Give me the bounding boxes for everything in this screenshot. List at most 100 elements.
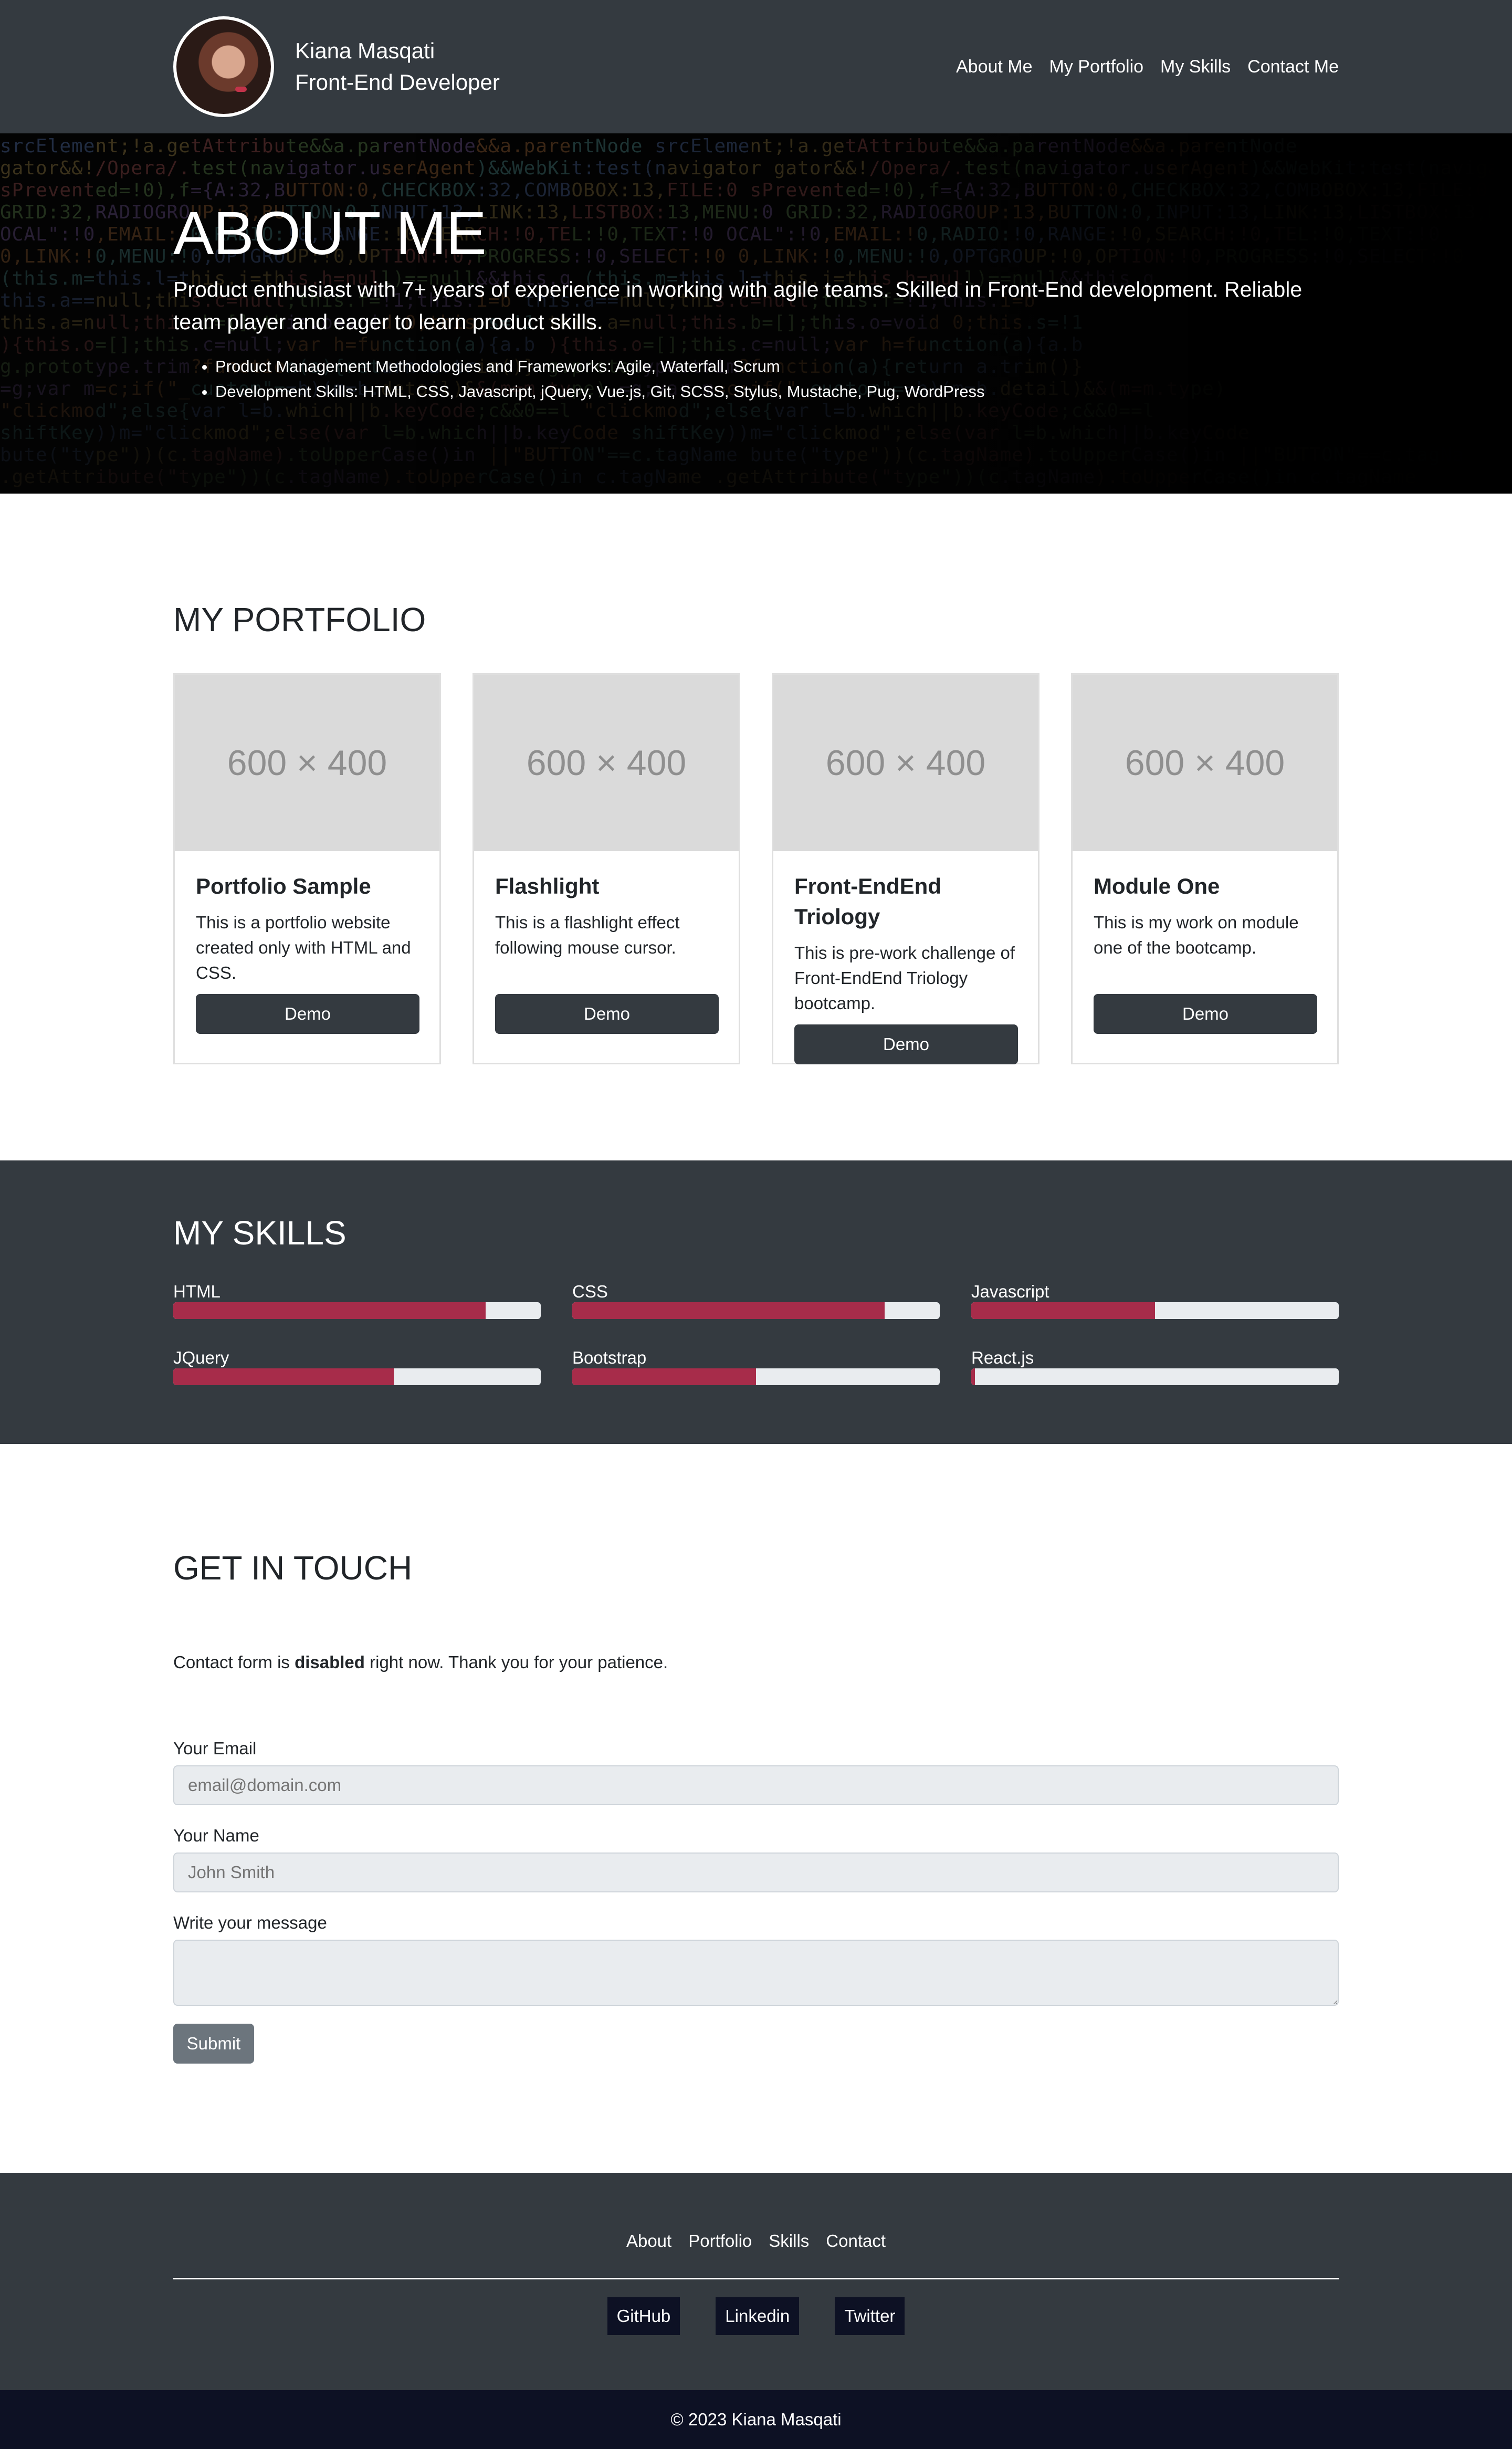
github-link[interactable]: GitHub bbox=[607, 2297, 680, 2335]
brand-name: Kiana Masqati bbox=[295, 38, 435, 63]
contact-title: GET IN TOUCH bbox=[173, 1549, 413, 1587]
email-field[interactable] bbox=[173, 1765, 1339, 1805]
portfolio-cards: 600 × 400 Portfolio Sample This is a por… bbox=[173, 673, 1339, 1064]
skill-progress-bar bbox=[971, 1302, 1339, 1319]
skill-progress-bar bbox=[173, 1302, 541, 1319]
skills-container: MY SKILLS HTML CSS Javascript JQuery Boo… bbox=[173, 1212, 1339, 1385]
linkedin-link[interactable]: Linkedin bbox=[716, 2297, 800, 2335]
card-body: Portfolio Sample This is a portfolio web… bbox=[175, 851, 439, 1054]
portfolio-section: MY PORTFOLIO 600 × 400 Portfolio Sample … bbox=[0, 494, 1512, 1160]
portfolio-container: MY PORTFOLIO 600 × 400 Portfolio Sample … bbox=[173, 599, 1339, 1064]
portfolio-card: 600 × 400 Portfolio Sample This is a por… bbox=[173, 673, 441, 1064]
twitter-link[interactable]: Twitter bbox=[835, 2297, 905, 2335]
copyright: © 2023 Kiana Masqati bbox=[0, 2390, 1512, 2449]
card-image-placeholder: 600 × 400 bbox=[773, 675, 1038, 851]
about-lead: Product enthusiast with 7+ years of expe… bbox=[173, 277, 1303, 334]
card-image-placeholder: 600 × 400 bbox=[474, 675, 739, 851]
skill-label: HTML bbox=[173, 1282, 220, 1301]
about-container: ABOUT ME Product enthusiast with 7+ year… bbox=[173, 133, 1339, 404]
skill-item: Bootstrap bbox=[572, 1347, 940, 1385]
card-text: This is pre-work challenge of Front-EndE… bbox=[794, 943, 1015, 1013]
avatar-detail bbox=[235, 87, 247, 92]
card-title: Portfolio Sample bbox=[196, 874, 371, 898]
skill-progress-fill bbox=[971, 1302, 1155, 1319]
skill-progress-bar bbox=[572, 1368, 940, 1385]
brand-role: Front-End Developer bbox=[295, 70, 500, 95]
card-text: This is my work on module one of the boo… bbox=[1094, 913, 1299, 957]
footer-nav: About Portfolio Skills Contact bbox=[173, 2231, 1339, 2252]
about-section: srcElement;!a.getAttribute&&a.parentNode… bbox=[0, 133, 1512, 494]
demo-button[interactable]: Demo bbox=[495, 994, 719, 1034]
header-container: Kiana Masqati Front-End Developer About … bbox=[173, 0, 1339, 133]
about-list-item: Development Skills: HTML, CSS, Javascrip… bbox=[215, 379, 1339, 404]
card-body: Front-EndEnd Triology This is pre-work c… bbox=[773, 851, 1038, 1084]
skill-item: CSS bbox=[572, 1281, 940, 1319]
skill-item: React.js bbox=[971, 1347, 1339, 1385]
about-list-item: Product Management Methodologies and Fra… bbox=[215, 354, 1339, 379]
card-body: Module One This is my work on module one… bbox=[1073, 851, 1337, 1054]
contact-notice: Contact form is disabled right now. Than… bbox=[173, 1650, 1339, 1675]
skills-title: MY SKILLS bbox=[173, 1214, 346, 1252]
skill-label: JQuery bbox=[173, 1348, 229, 1367]
portfolio-title: MY PORTFOLIO bbox=[173, 601, 426, 639]
skill-progress-fill bbox=[572, 1302, 885, 1319]
skill-item: JQuery bbox=[173, 1347, 541, 1385]
skill-label: Bootstrap bbox=[572, 1348, 647, 1367]
skill-progress-fill bbox=[173, 1368, 394, 1385]
card-text: This is a portfolio website created only… bbox=[196, 913, 411, 982]
nav-link-portfolio[interactable]: My Portfolio bbox=[1049, 57, 1144, 77]
skills-grid: HTML CSS Javascript JQuery Bootstrap Rea… bbox=[173, 1281, 1339, 1385]
skill-label: React.js bbox=[971, 1348, 1034, 1367]
avatar bbox=[173, 16, 274, 117]
notice-suffix: right now. Thank you for your patience. bbox=[364, 1652, 668, 1672]
nav-link-skills[interactable]: My Skills bbox=[1160, 57, 1231, 77]
name-field[interactable] bbox=[173, 1853, 1339, 1892]
card-title: Flashlight bbox=[495, 874, 600, 898]
card-image-placeholder: 600 × 400 bbox=[1073, 675, 1337, 851]
brand-text: Kiana Masqati Front-End Developer bbox=[295, 35, 500, 98]
skill-progress-fill bbox=[173, 1302, 486, 1319]
card-title: Front-EndEnd Triology bbox=[794, 874, 941, 929]
site-header: Kiana Masqati Front-End Developer About … bbox=[0, 0, 1512, 133]
skills-section: MY SKILLS HTML CSS Javascript JQuery Boo… bbox=[0, 1160, 1512, 1444]
footer-divider bbox=[173, 2278, 1339, 2279]
notice-bold: disabled bbox=[295, 1652, 365, 1672]
site-footer: About Portfolio Skills Contact GitHub Li… bbox=[0, 2173, 1512, 2390]
skill-label: Javascript bbox=[971, 1282, 1049, 1301]
message-label: Write your message bbox=[173, 1913, 327, 1932]
demo-button[interactable]: Demo bbox=[196, 994, 419, 1034]
contact-form: Your Email Your Name Write your message … bbox=[173, 1738, 1339, 2064]
nav-link-contact[interactable]: Contact Me bbox=[1247, 57, 1339, 77]
nav-link-about[interactable]: About Me bbox=[956, 57, 1033, 77]
footer-link-contact[interactable]: Contact bbox=[826, 2231, 886, 2252]
contact-container: GET IN TOUCH Contact form is disabled ri… bbox=[173, 1547, 1339, 2064]
skill-progress-fill bbox=[572, 1368, 756, 1385]
skill-progress-bar bbox=[173, 1368, 541, 1385]
email-label: Your Email bbox=[173, 1739, 257, 1758]
name-label: Your Name bbox=[173, 1826, 259, 1845]
skill-item: HTML bbox=[173, 1281, 541, 1319]
footer-link-skills[interactable]: Skills bbox=[769, 2231, 809, 2252]
about-title: ABOUT ME bbox=[173, 199, 487, 267]
contact-section: GET IN TOUCH Contact form is disabled ri… bbox=[0, 1444, 1512, 2173]
footer-link-about[interactable]: About bbox=[626, 2231, 671, 2252]
social-links: GitHub Linkedin Twitter bbox=[173, 2297, 1339, 2335]
card-image-placeholder: 600 × 400 bbox=[175, 675, 439, 851]
skill-progress-bar bbox=[572, 1302, 940, 1319]
portfolio-card: 600 × 400 Front-EndEnd Triology This is … bbox=[772, 673, 1040, 1064]
demo-button[interactable]: Demo bbox=[794, 1024, 1018, 1064]
skill-item: Javascript bbox=[971, 1281, 1339, 1319]
skill-progress-fill bbox=[971, 1368, 975, 1385]
portfolio-card: 600 × 400 Module One This is my work on … bbox=[1071, 673, 1339, 1064]
portfolio-card: 600 × 400 Flashlight This is a flashligh… bbox=[472, 673, 740, 1064]
message-field[interactable] bbox=[173, 1940, 1339, 2006]
notice-prefix: Contact form is bbox=[173, 1652, 295, 1672]
main-nav: About Me My Portfolio My Skills Contact … bbox=[939, 57, 1339, 77]
about-list: Product Management Methodologies and Fra… bbox=[173, 354, 1339, 404]
demo-button[interactable]: Demo bbox=[1094, 994, 1317, 1034]
skill-progress-bar bbox=[971, 1368, 1339, 1385]
submit-button[interactable]: Submit bbox=[173, 2024, 254, 2064]
footer-container: About Portfolio Skills Contact GitHub Li… bbox=[173, 2231, 1339, 2335]
footer-link-portfolio[interactable]: Portfolio bbox=[688, 2231, 752, 2252]
card-body: Flashlight This is a flashlight effect f… bbox=[474, 851, 739, 1054]
